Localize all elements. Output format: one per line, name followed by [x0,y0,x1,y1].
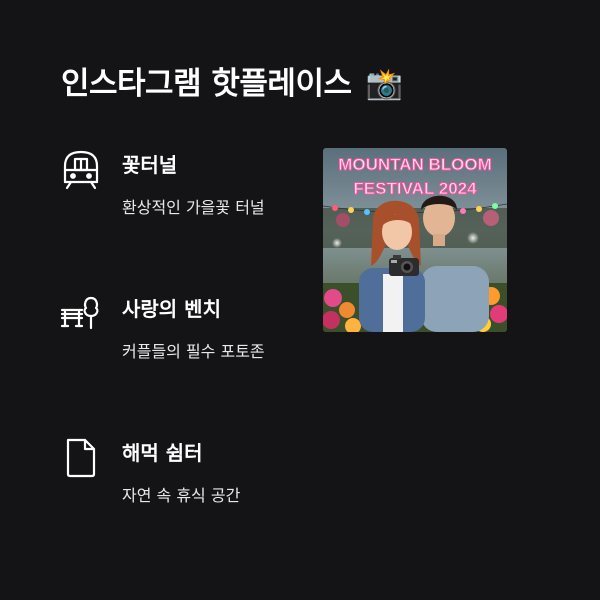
place-name: 꽃터널 [122,153,178,177]
banner-line-2: FESTIVAL 2024 [353,179,477,198]
place-description: 환상적인 가을꽃 터널 [122,198,265,217]
place-name: 사랑의 벤치 [122,297,221,321]
camera-flash-icon: 📸 [365,67,403,102]
page-title: 인스타그램 핫플레이스 📸 [61,62,403,107]
place-description: 커플들의 필수 포토존 [122,342,265,361]
page-title-text: 인스타그램 핫플레이스 [61,66,352,102]
place-description: 자연 속 휴식 공간 [122,486,241,505]
festival-photo: MOUNTAN BLOOM FESTIVAL 2024 [323,148,507,332]
train-icon [59,148,103,192]
banner-line-1: MOUNTAN BLOOM [338,155,492,174]
place-name: 해먹 쉼터 [122,441,203,465]
bench-tree-icon [59,292,103,336]
document-icon [59,436,103,480]
